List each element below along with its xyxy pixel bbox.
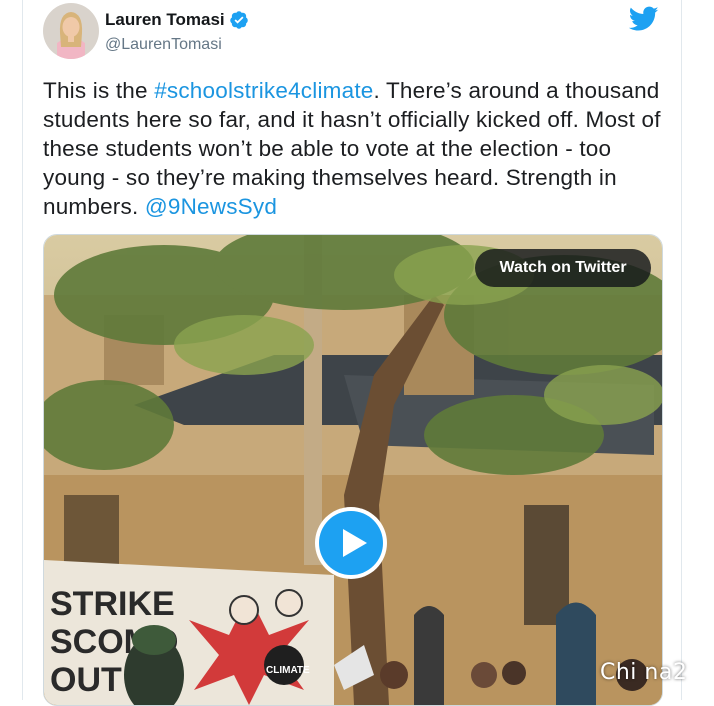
hashtag-link[interactable]: #schoolstrike4climate <box>154 78 373 103</box>
svg-text:CLIMATE: CLIMATE <box>266 665 310 676</box>
verified-badge-icon <box>229 11 248 29</box>
mention-link[interactable]: @9NewsSyd <box>145 194 277 219</box>
tweet-text-part: This is the <box>43 78 155 103</box>
video-thumbnail: STRIKE SCOMO OUT CLIMATE <box>44 235 662 705</box>
watermark-text: Chi na2 <box>600 660 688 685</box>
svg-text:OUT: OUT <box>50 661 122 699</box>
play-icon[interactable] <box>313 505 389 581</box>
author-name[interactable]: Lauren Tomasi <box>105 10 249 30</box>
watch-on-twitter-button[interactable]: Watch on Twitter <box>475 249 651 287</box>
tweet-card: Lauren Tomasi @LaurenTomasi This is the … <box>22 0 682 706</box>
twitter-bird-icon[interactable] <box>629 6 659 32</box>
tweet-text: This is the #schoolstrike4climate. There… <box>43 76 663 221</box>
video-player[interactable]: STRIKE SCOMO OUT CLIMATE <box>43 234 663 706</box>
author-handle[interactable]: @LaurenTomasi <box>105 36 222 54</box>
avatar[interactable] <box>43 3 99 59</box>
author-name-text[interactable]: Lauren Tomasi <box>105 10 225 30</box>
svg-text:STRIKE: STRIKE <box>50 585 175 623</box>
